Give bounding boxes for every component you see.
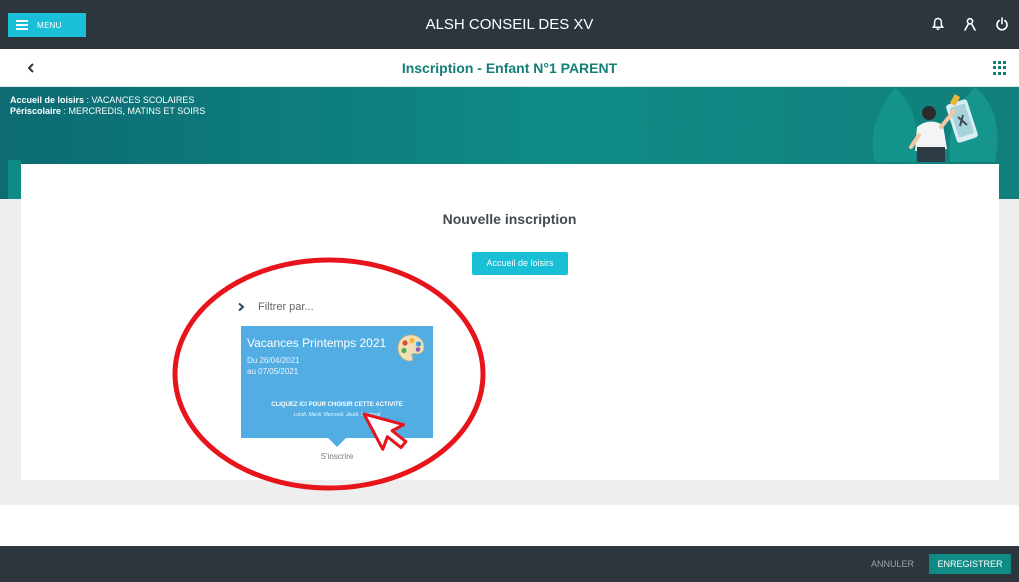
banner-line1-bold: Accueil de loisirs (10, 95, 85, 105)
filter-toggle[interactable]: Filtrer par... (236, 301, 314, 313)
save-button[interactable]: ENREGISTRER (929, 554, 1011, 574)
top-bar: MENU ALSH CONSEIL DES XV (0, 0, 1019, 49)
section-title: Nouvelle inscription (442, 211, 577, 227)
activity-card-body[interactable]: Vacances Printemps 2021 Du 26/04/2021 au… (241, 326, 433, 438)
activity-date-to: au 07/05/2021 (247, 367, 299, 376)
accueil-de-loisirs-button[interactable]: Accueil de loisirs (472, 252, 568, 275)
banner-line1-rest: : VACANCES SCOLAIRES (84, 95, 195, 105)
chevron-right-icon (238, 302, 245, 312)
activity-title: Vacances Printemps 2021 (247, 336, 387, 350)
power-icon[interactable] (993, 14, 1011, 34)
bell-icon[interactable] (929, 14, 947, 34)
user-icon[interactable] (961, 14, 979, 34)
filter-label: Filtrer par... (258, 301, 314, 313)
apps-grid-icon[interactable] (993, 61, 1007, 75)
page-title: Inscription - Enfant N°1 PARENT (401, 60, 618, 76)
footer-bar: ANNULER ENREGISTRER (0, 546, 1019, 582)
banner-line2-rest: : MERCREDIS, MATINS ET SOIRS (61, 106, 206, 116)
activity-card[interactable]: Vacances Printemps 2021 Du 26/04/2021 au… (241, 326, 433, 464)
sub-header: Inscription - Enfant N°1 PARENT (0, 49, 1019, 87)
left-accent (8, 160, 21, 199)
activity-card-notch (328, 438, 346, 447)
app-title: ALSH CONSEIL DES XV (425, 16, 594, 33)
activity-days: Lundi, Mardi, Mercredi, Jeudi, Vendredi (293, 412, 381, 418)
sinscrire-button[interactable]: S'inscrire (241, 452, 433, 461)
activity-date-from: Du 26/04/2021 (247, 356, 300, 365)
banner-illustration-icon (872, 87, 998, 162)
activity-cta: CLIQUEZ ICI POUR CHOISIR CETTE ACTIVITE (271, 402, 403, 408)
banner-text: Accueil de loisirs : VACANCES SCOLAIRES … (10, 95, 205, 117)
cancel-button[interactable]: ANNULER (871, 556, 914, 572)
banner-line2-bold: Périscolaire (10, 106, 62, 116)
activity-dates: Du 26/04/2021 au 07/05/2021 (247, 355, 300, 377)
palette-icon (397, 334, 425, 362)
